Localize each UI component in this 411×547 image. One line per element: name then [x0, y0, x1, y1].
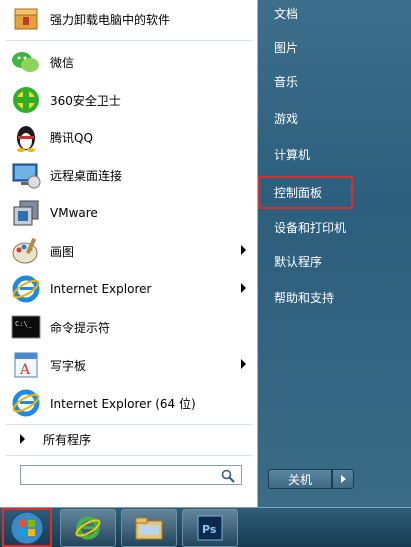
divider	[6, 40, 252, 41]
remote-desktop-icon	[10, 159, 42, 191]
places-item-label: 设备和打印机	[274, 220, 347, 235]
places-item-label: 计算机	[274, 147, 311, 162]
program-item-label: 画图	[50, 244, 75, 259]
qq-penguin-icon	[10, 121, 42, 153]
svg-text:C:\_: C:\_	[15, 320, 33, 328]
divider	[6, 455, 252, 456]
taskbar-ie-button[interactable]	[60, 509, 116, 547]
program-item-label: Internet Explorer	[50, 282, 152, 296]
places-item-computer[interactable]: 计算机	[266, 141, 406, 167]
all-programs-label: 所有程序	[43, 432, 92, 447]
search-box[interactable]	[20, 465, 242, 487]
program-item-paint[interactable]: 画图	[10, 232, 254, 270]
program-item-remote-desktop[interactable]: 远程桌面连接	[10, 156, 254, 194]
shutdown-button[interactable]: 关机	[268, 469, 332, 489]
program-item-qq[interactable]: 腾讯QQ	[10, 118, 254, 156]
places-item-devices-printers[interactable]: 设备和打印机	[266, 214, 406, 240]
program-item-vmware[interactable]: VMware	[10, 194, 254, 232]
search-icon[interactable]	[221, 469, 235, 483]
submenu-arrow-icon[interactable]	[241, 283, 246, 293]
program-item-internet-explorer[interactable]: Internet Explorer	[10, 270, 254, 308]
submenu-arrow-icon[interactable]	[241, 359, 246, 369]
wordpad-icon: A	[10, 349, 42, 381]
divider	[6, 424, 252, 425]
paint-icon	[10, 235, 42, 267]
uninstall-box-icon	[10, 3, 42, 35]
program-item-command-prompt[interactable]: C:\_ 命令提示符	[10, 308, 254, 346]
svg-text:Ps: Ps	[202, 523, 217, 536]
shutdown-label: 关机	[287, 472, 312, 487]
shutdown-options-button[interactable]	[332, 469, 354, 489]
places-item-music[interactable]: 音乐	[266, 68, 406, 94]
program-item-label: 360安全卫士	[50, 93, 121, 108]
places-item-default-programs[interactable]: 默认程序	[266, 248, 406, 274]
program-item-uninstaller[interactable]: 强力卸载电脑中的软件	[10, 0, 254, 38]
chevron-right-icon	[340, 475, 346, 483]
taskbar-explorer-button[interactable]	[121, 509, 177, 547]
program-item-wordpad[interactable]: A 写字板	[10, 346, 254, 384]
wechat-icon	[10, 46, 42, 78]
places-item-pictures[interactable]: 图片	[266, 34, 406, 60]
program-item-internet-explorer-64[interactable]: Internet Explorer (64 位)	[10, 384, 254, 422]
program-item-label: 写字板	[50, 358, 87, 373]
places-item-label: 游戏	[274, 111, 299, 126]
control-panel-highlight	[258, 176, 353, 209]
places-item-label: 图片	[274, 40, 299, 55]
triangle-right-icon	[20, 434, 25, 444]
places-item-label: 文档	[274, 6, 299, 21]
all-programs-button[interactable]: 所有程序	[10, 426, 250, 452]
places-item-label: 默认程序	[274, 254, 323, 269]
vmware-icon	[10, 197, 42, 229]
program-item-label: 微信	[50, 55, 75, 70]
program-item-label: 远程桌面连接	[50, 168, 123, 183]
places-item-label: 音乐	[274, 74, 299, 89]
command-prompt-icon: C:\_	[10, 311, 42, 343]
places-item-games[interactable]: 游戏	[266, 105, 406, 131]
taskbar-photoshop-button[interactable]: Ps	[182, 509, 238, 547]
svg-text:A: A	[19, 362, 31, 378]
start-button[interactable]	[2, 508, 52, 547]
program-item-label: Internet Explorer (64 位)	[50, 396, 196, 411]
submenu-arrow-icon[interactable]	[241, 245, 246, 255]
windows-start-orb-icon	[10, 511, 44, 544]
program-item-label: 强力卸载电脑中的软件	[50, 12, 171, 27]
internet-explorer-icon	[10, 273, 42, 305]
search-input[interactable]	[25, 468, 219, 487]
places-item-help-support[interactable]: 帮助和支持	[266, 284, 406, 310]
program-item-wechat[interactable]: 微信	[10, 43, 254, 81]
internet-explorer-icon	[10, 387, 42, 419]
program-item-label: 命令提示符	[50, 320, 111, 335]
internet-explorer-icon	[75, 516, 101, 540]
places-item-documents[interactable]: 文档	[266, 0, 406, 26]
photoshop-icon: Ps	[197, 515, 223, 541]
program-item-360[interactable]: 360安全卫士	[10, 81, 254, 119]
places-item-label: 帮助和支持	[274, 290, 335, 305]
program-item-label: VMware	[50, 206, 98, 220]
360-security-icon	[10, 84, 42, 116]
start-menu-programs-panel: 强力卸载电脑中的软件 微信 360安全卫士 腾讯QQ 远程桌面连接 VMware	[0, 0, 258, 507]
windows-explorer-folder-icon	[135, 517, 163, 540]
program-item-label: 腾讯QQ	[50, 130, 93, 145]
